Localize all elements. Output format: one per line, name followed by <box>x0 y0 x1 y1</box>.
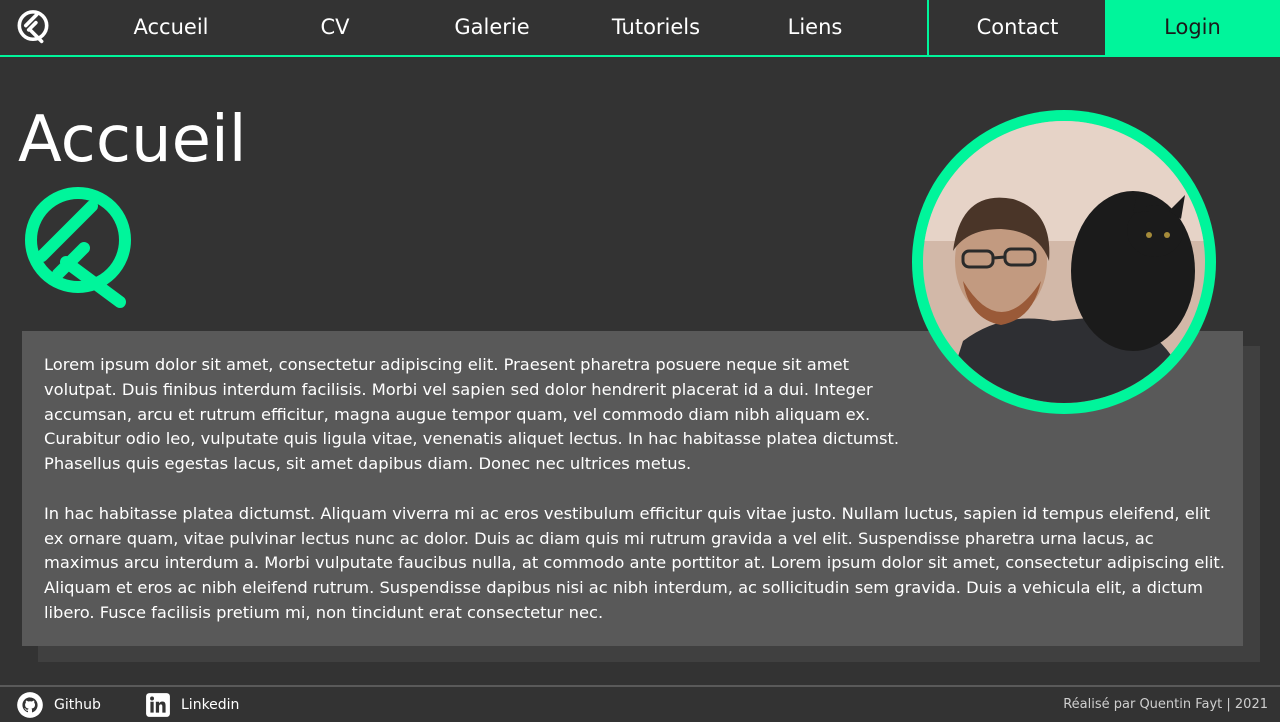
qf-logo-large-icon <box>25 187 131 308</box>
linkedin-label: Linkedin <box>181 696 240 713</box>
nav-liens[interactable]: Liens <box>766 0 864 55</box>
footer-credit: Réalisé par Quentin Fayt | 2021 <box>1063 697 1268 712</box>
nav-cv[interactable]: CV <box>295 0 375 55</box>
nav-divider <box>927 0 929 55</box>
github-label: Github <box>54 696 101 713</box>
nav-accueil[interactable]: Accueil <box>111 0 231 55</box>
footer: Github Linkedin Réalisé par Quentin Fayt… <box>0 685 1280 722</box>
nav-galerie[interactable]: Galerie <box>432 0 552 55</box>
avatar-photo <box>923 121 1205 403</box>
linkedin-link[interactable]: Linkedin <box>145 687 239 722</box>
profile-avatar <box>912 110 1216 414</box>
page-title: Accueil <box>18 103 247 177</box>
github-link[interactable]: Github <box>16 687 101 722</box>
linkedin-icon <box>146 692 170 717</box>
content-paragraph: In hac habitasse platea dictumst. Aliqua… <box>44 503 1225 622</box>
top-navbar: Accueil CV Galerie Tutoriels Liens Conta… <box>0 0 1280 57</box>
qf-logo-icon[interactable] <box>15 9 51 45</box>
nav-contact[interactable]: Contact <box>945 0 1090 55</box>
login-button[interactable]: Login <box>1105 0 1280 55</box>
github-icon <box>17 691 43 718</box>
nav-tutoriels[interactable]: Tutoriels <box>596 0 716 55</box>
